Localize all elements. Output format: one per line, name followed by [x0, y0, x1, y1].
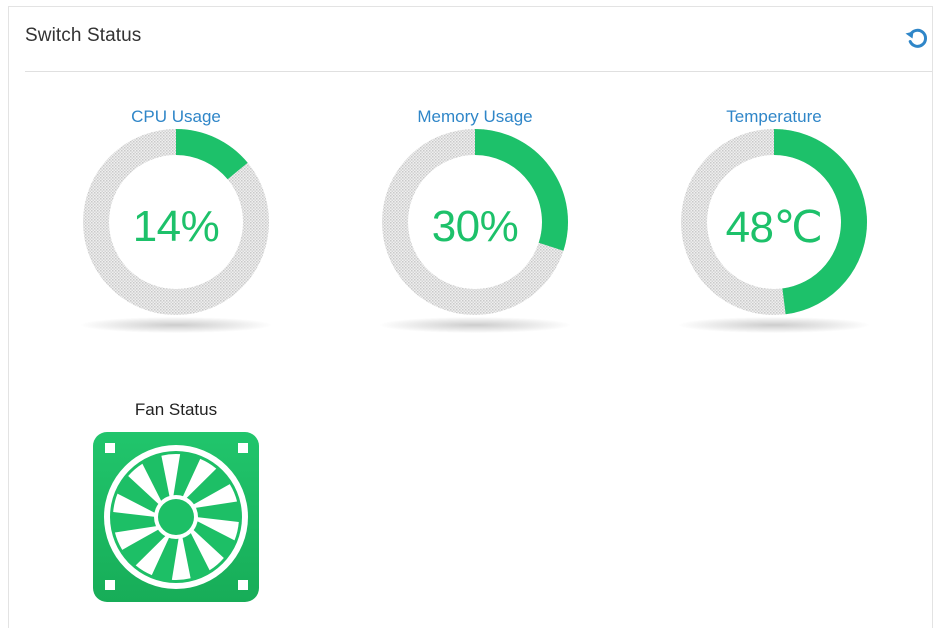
cpu-usage-shadow: [81, 317, 271, 333]
refresh-icon[interactable]: [904, 25, 930, 51]
cpu-usage-label: CPU Usage: [131, 107, 221, 126]
panel-header: Switch Status: [25, 7, 932, 72]
fan-status: Fan Status: [91, 400, 261, 610]
page-title: Switch Status: [25, 25, 142, 46]
memory-usage-shadow: [380, 317, 570, 333]
temperature-label: Temperature: [726, 107, 822, 126]
memory-usage-value: 30%: [431, 202, 519, 251]
fan-icon: [93, 432, 259, 602]
temperature-value: 48℃: [725, 203, 823, 252]
memory-usage-label: Memory Usage: [417, 107, 533, 126]
fan-status-label: Fan Status: [134, 400, 218, 419]
cpu-usage-gauge: CPU Usage 14%: [61, 107, 291, 337]
cpu-usage-arc: [175, 129, 248, 180]
temperature-shadow: [679, 317, 869, 333]
switch-status-panel: Switch Status CPU Usage 14% Memory Usage: [8, 6, 933, 628]
cpu-usage-value: 14%: [132, 202, 220, 251]
temperature-gauge: Temperature 48℃: [659, 107, 889, 337]
memory-usage-gauge: Memory Usage 30%: [360, 107, 590, 337]
